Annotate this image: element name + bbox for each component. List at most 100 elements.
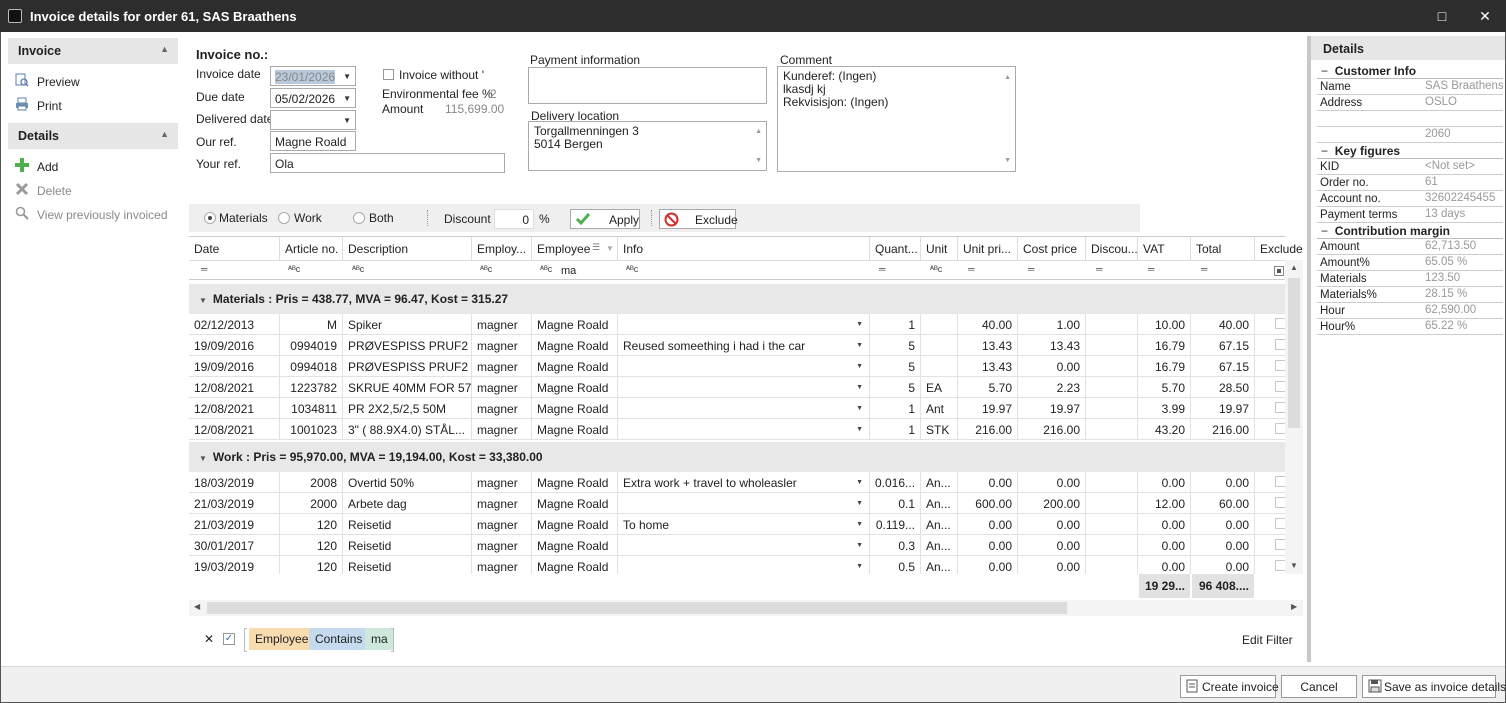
cell-cost-price[interactable]: 0.00	[1018, 556, 1086, 574]
cell-quantity[interactable]: 1	[870, 314, 921, 335]
cell-cost-price[interactable]: 0.00	[1018, 356, 1086, 377]
vertical-scrollbar[interactable]: ▲ ▼	[1285, 260, 1303, 574]
cell-total[interactable]: 67.15	[1191, 335, 1255, 356]
cell-employee[interactable]: Magne Roald	[532, 556, 618, 574]
cell-info[interactable]: Extra work + travel to wholeasler ▼	[618, 472, 870, 493]
cell-employee[interactable]: Magne Roald	[532, 493, 618, 514]
cell-article-no[interactable]: 1001023	[280, 419, 343, 440]
cell-employee-id[interactable]: magner	[472, 472, 532, 493]
col-unit[interactable]: Unit	[921, 237, 958, 261]
cell-employee-id[interactable]: magner	[472, 419, 532, 440]
add-button[interactable]: Add	[14, 157, 134, 177]
cell-vat[interactable]: 3.99	[1138, 398, 1191, 419]
scroll-thumb[interactable]	[1288, 278, 1300, 428]
scroll-right-icon[interactable]: ▶	[1291, 602, 1297, 611]
col-total[interactable]: Total	[1191, 237, 1255, 261]
chevron-down-icon[interactable]: ▼	[856, 426, 863, 433]
collapse-triangle-icon[interactable]: ▼	[199, 296, 207, 305]
cell-cost-price[interactable]: 0.00	[1018, 472, 1086, 493]
cell-discount[interactable]	[1086, 356, 1138, 377]
cell-discount[interactable]	[1086, 398, 1138, 419]
cell-article-no[interactable]: 1034811	[280, 398, 343, 419]
cell-vat[interactable]: 0.00	[1138, 514, 1191, 535]
chevron-down-icon[interactable]: ▼	[343, 116, 351, 125]
cell-unit-price[interactable]: 216.00	[958, 419, 1018, 440]
cell-total[interactable]: 216.00	[1191, 419, 1255, 440]
cell-employee-id[interactable]: magner	[472, 514, 532, 535]
cell-description[interactable]: PRØVESPISS PRUF2 R...	[343, 356, 472, 377]
cell-description[interactable]: Reisetid	[343, 556, 472, 574]
col-discount[interactable]: Discou...	[1086, 237, 1138, 261]
cell-employee-id[interactable]: magner	[472, 335, 532, 356]
create-invoice-button[interactable]: Create invoice	[1180, 675, 1279, 698]
cell-total[interactable]: 60.00	[1191, 493, 1255, 514]
cell-total[interactable]: 19.97	[1191, 398, 1255, 419]
cell-cost-price[interactable]: 13.43	[1018, 335, 1086, 356]
cell-date[interactable]: 12/08/2021	[189, 398, 280, 419]
cell-discount[interactable]	[1086, 419, 1138, 440]
due-date-field[interactable]: 05/02/2026 ▼	[270, 88, 356, 108]
chevron-down-icon[interactable]: ▼	[343, 94, 351, 103]
col-description[interactable]: Description	[343, 237, 472, 261]
cell-info[interactable]: ▼	[618, 419, 870, 440]
equals-filter-icon[interactable]: ═	[879, 261, 885, 280]
col-quantity[interactable]: Quant...	[870, 237, 921, 261]
cell-info[interactable]: ▼	[618, 314, 870, 335]
view-previously-invoiced-button[interactable]: View previously invoiced	[14, 205, 179, 225]
equals-filter-icon[interactable]: ═	[1096, 261, 1102, 280]
cell-total[interactable]: 67.15	[1191, 356, 1255, 377]
cell-cost-price[interactable]: 0.00	[1018, 535, 1086, 556]
cell-quantity[interactable]: 5	[870, 377, 921, 398]
cell-discount[interactable]	[1086, 472, 1138, 493]
table-row[interactable]: 19/03/2019 120 Reisetid magner Magne Roald ▼ 0…	[189, 556, 1286, 574]
cell-total[interactable]: 0.00	[1191, 472, 1255, 493]
delivery-location-field[interactable]: Torgallmenningen 3 5014 Bergen ▲ ▼	[528, 121, 767, 171]
cell-date[interactable]: 21/03/2019	[189, 514, 280, 535]
col-info[interactable]: Info	[618, 237, 870, 261]
cell-info[interactable]: ▼	[618, 556, 870, 574]
chevron-down-icon[interactable]: ▼	[856, 342, 863, 349]
horizontal-scrollbar[interactable]: ◀ ▶	[189, 600, 1303, 616]
cell-unit-price[interactable]: 40.00	[958, 314, 1018, 335]
cell-employee-id[interactable]: magner	[472, 398, 532, 419]
cell-quantity[interactable]: 0.119...	[870, 514, 921, 535]
cell-date[interactable]: 19/09/2016	[189, 335, 280, 356]
cell-employee[interactable]: Magne Roald	[532, 419, 618, 440]
cell-discount[interactable]	[1086, 314, 1138, 335]
text-filter-icon[interactable]: ᴬᴮc	[288, 261, 300, 280]
table-row[interactable]: 18/03/2019 2008 Overtid 50% magner Magne Roa…	[189, 472, 1286, 493]
filter-field-chip[interactable]: Employee	[249, 628, 315, 650]
our-ref-field[interactable]: Magne Roald	[270, 131, 356, 151]
table-row[interactable]: 30/01/2017 120 Reisetid magner Magne Roald ▼ 0…	[189, 535, 1286, 556]
edit-filter-link[interactable]: Edit Filter	[1242, 633, 1293, 647]
text-filter-icon[interactable]: ᴬᴮc	[930, 261, 942, 280]
filter-icon[interactable]: ▼	[606, 244, 614, 253]
cell-vat[interactable]: 0.00	[1138, 556, 1191, 574]
cell-unit-price[interactable]: 13.43	[958, 335, 1018, 356]
cell-unit[interactable]: STK	[921, 419, 958, 440]
cell-cost-price[interactable]: 2.23	[1018, 377, 1086, 398]
cell-article-no[interactable]: 0994019	[280, 335, 343, 356]
cell-description[interactable]: PRØVESPISS PRUF2 R...	[343, 335, 472, 356]
exclude-button[interactable]: Exclude	[659, 209, 738, 229]
table-row[interactable]: 02/12/2013 M Spiker magner Magne Roald ▼ 1 40.0…	[189, 314, 1286, 335]
col-employee[interactable]: Employee ☰ ▼	[532, 237, 618, 261]
cell-date[interactable]: 19/03/2019	[189, 556, 280, 574]
col-unit-price[interactable]: Unit pri...	[958, 237, 1018, 261]
cell-date[interactable]: 02/12/2013	[189, 314, 280, 335]
chevron-down-icon[interactable]: ▼	[856, 542, 863, 549]
table-row[interactable]: 12/08/2021 1034811 PR 2X2,5/2,5 50M magner M…	[189, 398, 1286, 419]
cell-quantity[interactable]: 5	[870, 356, 921, 377]
cell-vat[interactable]: 16.79	[1138, 335, 1191, 356]
cell-employee[interactable]: Magne Roald	[532, 314, 618, 335]
cell-discount[interactable]	[1086, 493, 1138, 514]
cell-unit-price[interactable]: 5.70	[958, 377, 1018, 398]
chevron-down-icon[interactable]: ▼	[856, 563, 863, 570]
scroll-up-icon[interactable]: ▲	[755, 125, 762, 138]
cell-unit[interactable]	[921, 314, 958, 335]
cell-date[interactable]: 18/03/2019	[189, 472, 280, 493]
cell-info[interactable]: To home ▼	[618, 514, 870, 535]
cell-cost-price[interactable]: 200.00	[1018, 493, 1086, 514]
group-row-materials[interactable]: ▼ Materials : Pris = 438.77, MVA = 96.47,…	[189, 284, 1285, 314]
cell-vat[interactable]: 16.79	[1138, 356, 1191, 377]
